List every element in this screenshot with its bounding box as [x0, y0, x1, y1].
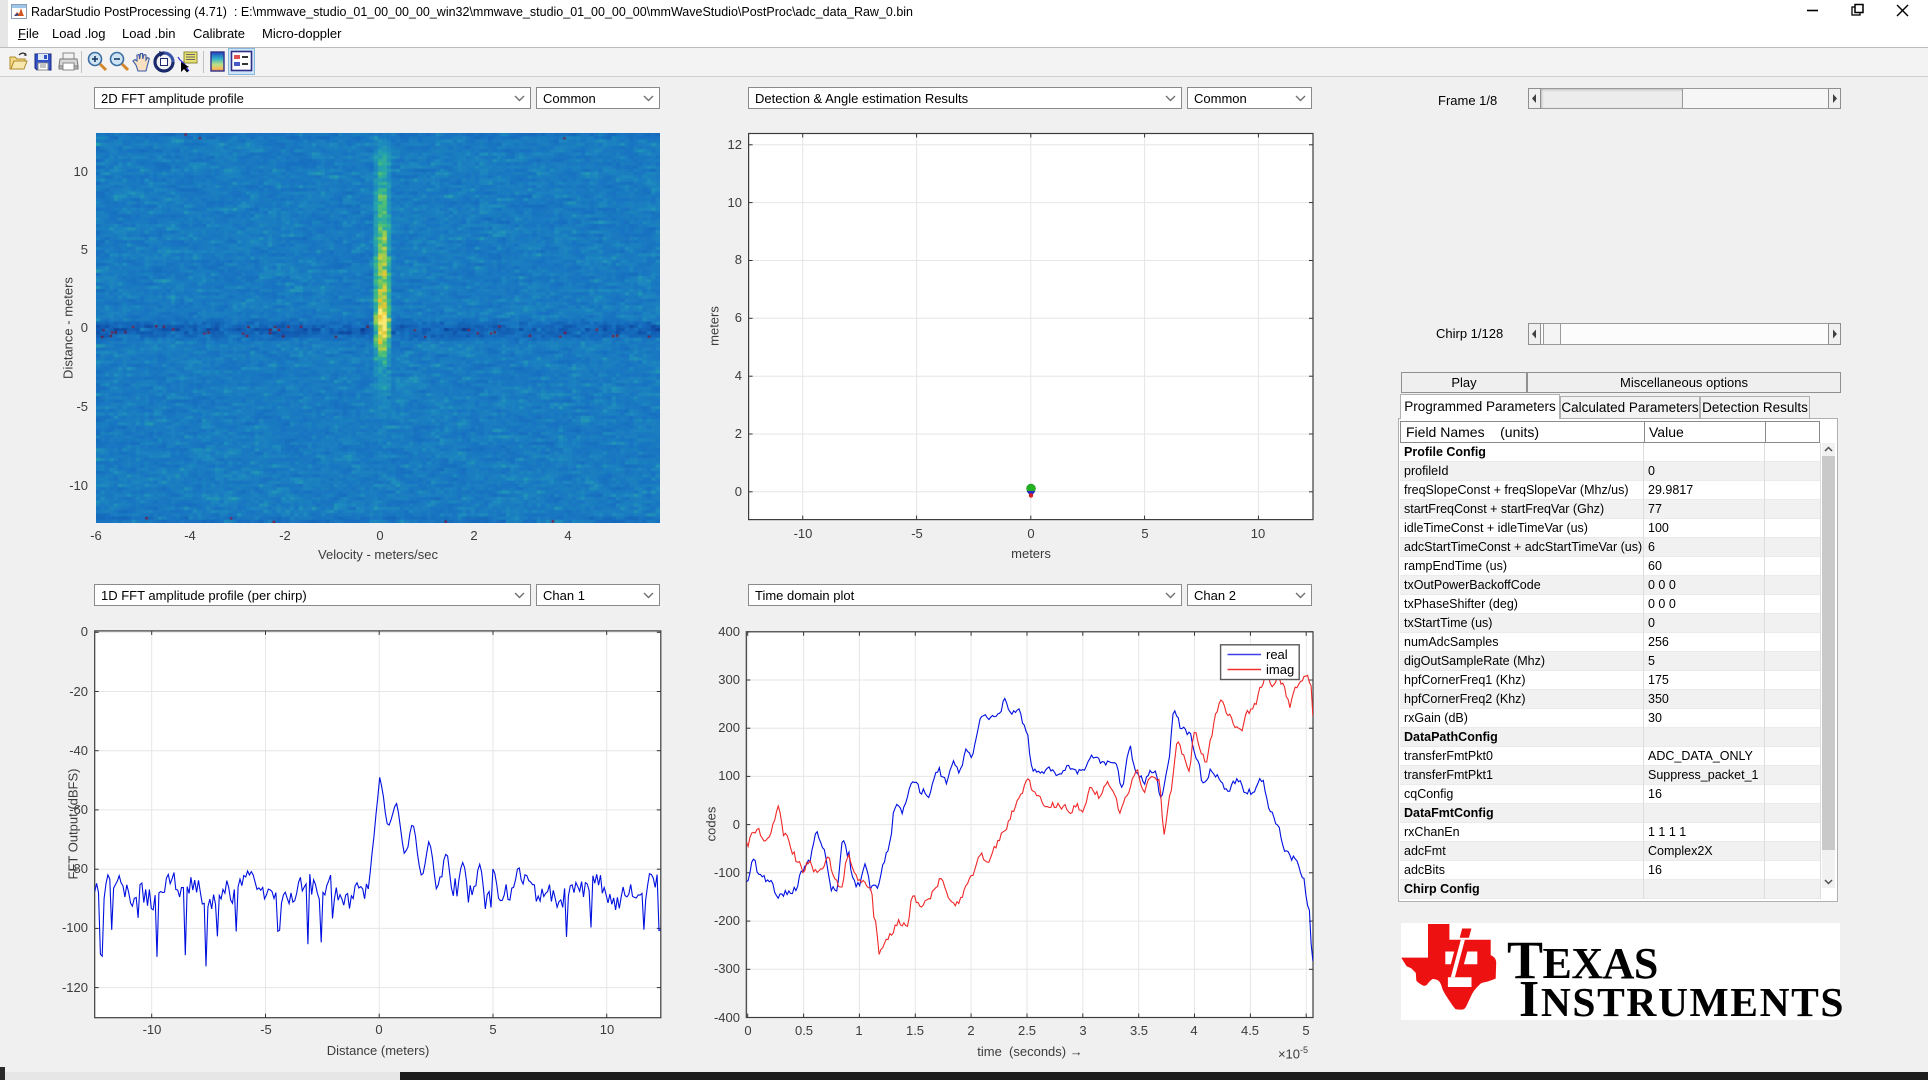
svg-text:imag: imag	[1266, 662, 1294, 677]
svg-text:real: real	[1266, 647, 1288, 662]
